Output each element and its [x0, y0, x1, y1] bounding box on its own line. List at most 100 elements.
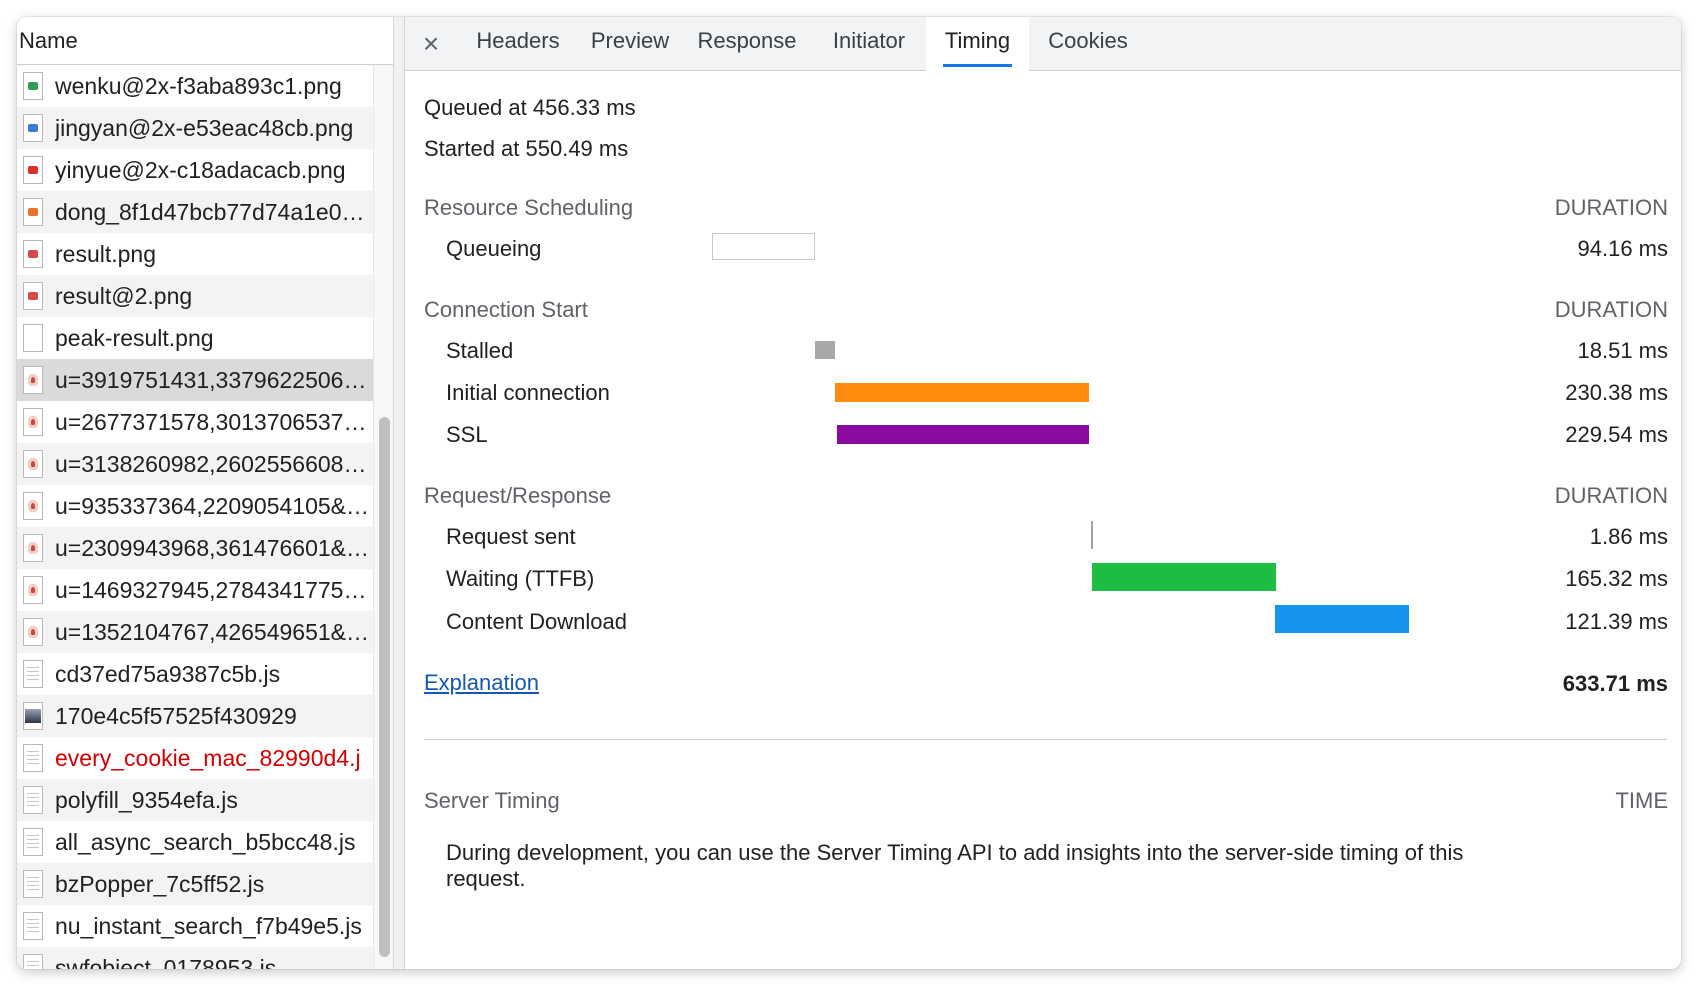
request-name: u=3919751431,3379622506…	[55, 366, 367, 393]
request-row[interactable]: u=1352104767,426549651&f…	[17, 611, 373, 653]
request-row[interactable]: every_cookie_mac_82990d4.j	[17, 737, 373, 779]
request-row[interactable]: dong_8f1d47bcb77d74a1e0…	[17, 191, 373, 233]
dark-image-icon	[23, 702, 43, 730]
pane-resize-handle[interactable]	[393, 17, 405, 969]
image-icon	[23, 156, 43, 184]
request-row[interactable]: u=1469327945,2784341775…	[17, 569, 373, 611]
request-name: u=1469327945,2784341775…	[55, 576, 367, 603]
blank-file-icon	[23, 324, 43, 352]
request-row[interactable]: u=3138260982,2602556608…	[17, 443, 373, 485]
image-icon	[23, 240, 43, 268]
metric-value-waiting-ttfb: 165.32 ms	[1565, 566, 1668, 591]
image-icon	[23, 282, 43, 310]
request-row[interactable]: all_async_search_b5bcc48.js	[17, 821, 373, 863]
metric-value-initial-connection: 230.38 ms	[1565, 380, 1668, 405]
request-name: u=3138260982,2602556608…	[55, 450, 367, 477]
script-file-icon	[23, 660, 43, 688]
request-row[interactable]: peak-result.png	[17, 317, 373, 359]
timing-bar-stalled	[815, 341, 835, 359]
metric-label-initial-connection: Initial connection	[446, 380, 610, 405]
request-list: wenku@2x-f3aba893c1.png jingyan@2x-e53eac…	[17, 65, 373, 969]
request-row[interactable]: u=3919751431,3379622506…	[17, 359, 373, 401]
section-title-resource-scheduling: Resource Scheduling	[424, 195, 634, 220]
image-icon	[23, 198, 43, 226]
request-list-pane: Name wenku@2x-f3aba893c1.png jingyan@2x-e…	[17, 17, 405, 969]
request-name: all_async_search_b5bcc48.js	[55, 828, 356, 855]
photo-icon	[23, 366, 43, 394]
request-name: u=2677371578,3013706537…	[55, 408, 367, 435]
tab-response[interactable]: Response	[684, 17, 810, 71]
timing-bar-queueing	[712, 233, 815, 260]
request-name: polyfill_9354efa.js	[55, 786, 238, 813]
explanation-link[interactable]: Explanation	[424, 670, 539, 696]
metric-label-ssl: SSL	[446, 422, 488, 447]
tab-headers[interactable]: Headers	[460, 17, 576, 71]
request-name: nu_instant_search_f7b49e5.js	[55, 912, 362, 939]
tab-preview[interactable]: Preview	[579, 17, 681, 71]
metric-label-stalled: Stalled	[446, 338, 514, 363]
request-row[interactable]: wenku@2x-f3aba893c1.png	[17, 65, 373, 107]
request-row[interactable]: result.png	[17, 233, 373, 275]
total-duration: 633.71 ms	[1562, 671, 1668, 696]
request-row[interactable]: result@2.png	[17, 275, 373, 317]
metric-value-queueing: 94.16 ms	[1577, 236, 1669, 261]
timing-panel: Queued at 456.33 ms Started at 550.49 ms…	[405, 71, 1681, 969]
tab-timing[interactable]: Timing	[926, 17, 1029, 71]
request-name: jingyan@2x-e53eac48cb.png	[55, 114, 354, 141]
metric-value-request-sent: 1.86 ms	[1589, 524, 1668, 549]
request-list-scrollbar[interactable]	[373, 65, 393, 969]
metric-value-stalled: 18.51 ms	[1577, 338, 1669, 363]
request-row[interactable]: 170e4c5f57525f430929	[17, 695, 373, 737]
metric-label-content-download: Content Download	[446, 609, 628, 634]
scrollbar-thumb[interactable]	[379, 417, 390, 957]
request-name: every_cookie_mac_82990d4.j	[55, 744, 361, 771]
request-row[interactable]: u=2677371578,3013706537…	[17, 401, 373, 443]
script-file-icon	[23, 744, 43, 772]
photo-icon	[23, 408, 43, 436]
timing-bar-ssl	[837, 425, 1089, 444]
metric-label-queueing: Queueing	[446, 236, 542, 261]
tab-initiator[interactable]: Initiator	[814, 17, 924, 71]
section-title-server-timing: Server Timing	[424, 788, 560, 813]
request-row[interactable]: nu_instant_search_f7b49e5.js	[17, 905, 373, 947]
metric-label-waiting-ttfb: Waiting (TTFB)	[446, 566, 595, 591]
request-name: wenku@2x-f3aba893c1.png	[55, 72, 342, 99]
request-row[interactable]: cd37ed75a9387c5b.js	[17, 653, 373, 695]
image-icon	[23, 114, 43, 142]
request-name: result.png	[55, 240, 157, 267]
request-row[interactable]: polyfill_9354efa.js	[17, 779, 373, 821]
close-icon[interactable]: ×	[419, 17, 443, 71]
photo-icon	[23, 576, 43, 604]
request-row[interactable]: swfobject_0178953.js	[17, 947, 373, 969]
photo-icon	[23, 492, 43, 520]
server-timing-description: During development, you can use the Serv…	[446, 840, 1464, 891]
queued-at-text: Queued at 456.33 ms	[424, 95, 636, 120]
photo-icon	[23, 450, 43, 478]
request-name: bzPopper_7c5ff52.js	[55, 870, 265, 897]
started-at-text: Started at 550.49 ms	[424, 136, 629, 161]
details-tabbar: × Headers Preview Response Initiator Tim…	[405, 17, 1681, 71]
request-row[interactable]: jingyan@2x-e53eac48cb.png	[17, 107, 373, 149]
photo-icon	[23, 534, 43, 562]
metric-label-request-sent: Request sent	[446, 524, 576, 549]
request-row[interactable]: u=2309943968,361476601&f…	[17, 527, 373, 569]
devtools-window: Name wenku@2x-f3aba893c1.png jingyan@2x-e…	[17, 17, 1681, 969]
request-name: u=2309943968,361476601&f…	[55, 534, 373, 561]
request-row[interactable]: u=935337364,2209054105&f…	[17, 485, 373, 527]
request-row[interactable]: bzPopper_7c5ff52.js	[17, 863, 373, 905]
name-column-header[interactable]: Name	[17, 17, 405, 65]
tab-cookies[interactable]: Cookies	[1032, 17, 1144, 71]
request-name: u=1352104767,426549651&f…	[55, 618, 373, 645]
script-file-icon	[23, 828, 43, 856]
timing-bar-content-download	[1275, 605, 1409, 633]
request-name: u=935337364,2209054105&f…	[55, 492, 373, 519]
duration-header: DURATION	[1554, 297, 1668, 322]
time-header: TIME	[1615, 788, 1668, 813]
script-file-icon	[23, 954, 43, 969]
request-row[interactable]: yinyue@2x-c18adacacb.png	[17, 149, 373, 191]
script-file-icon	[23, 870, 43, 898]
timing-bar-request-sent	[1091, 521, 1093, 549]
photo-icon	[23, 618, 43, 646]
request-name: 170e4c5f57525f430929	[55, 702, 297, 729]
section-title-request-response: Request/Response	[424, 483, 612, 508]
